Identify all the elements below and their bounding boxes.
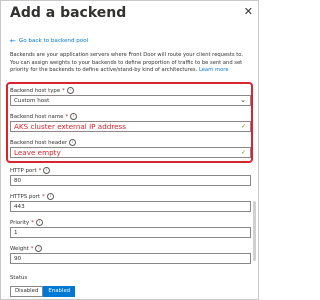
required-mark: * [41, 193, 45, 200]
info-icon[interactable]: i [35, 219, 43, 226]
host-name-input[interactable]: AKS cluster external IP address ✓ [10, 121, 251, 132]
priority-input[interactable]: 1 [10, 227, 251, 238]
status-disabled-option[interactable]: Disabled [10, 286, 44, 297]
info-icon[interactable]: i [35, 245, 43, 252]
host-header-input[interactable]: Leave empty ✓ [10, 147, 251, 158]
info-icon[interactable]: i [70, 113, 78, 120]
learn-more-link[interactable]: Learn more [199, 67, 229, 73]
required-mark: * [31, 219, 34, 226]
priority-label: Priority * i [10, 219, 43, 226]
weight-label: Weight * i [10, 245, 43, 252]
add-backend-panel: Add a backend ✕ ← Go back to backend poo… [0, 0, 259, 300]
required-mark: * [65, 113, 69, 120]
description: Backends are your application servers wh… [10, 52, 252, 75]
page-title: Add a backend [10, 5, 127, 21]
weight-input[interactable]: 90 [10, 253, 251, 264]
back-link[interactable]: ← Go back to backend pool [10, 37, 88, 45]
host-type-label: Backend host type * i [10, 87, 74, 94]
https-port-label: HTTPS port * i [10, 193, 54, 200]
host-header-label: Backend host header i [10, 139, 77, 146]
required-mark: * [30, 245, 34, 252]
info-icon[interactable]: i [66, 87, 74, 94]
status-label: Status [10, 275, 28, 281]
back-link-label: Go back to backend pool [18, 38, 89, 44]
info-icon[interactable]: i [46, 193, 54, 200]
http-port-label: HTTP port * i [10, 167, 51, 174]
required-mark: * [38, 167, 42, 174]
host-name-label: Backend host name * i [10, 113, 78, 120]
checkmark-icon: ✓ [240, 149, 246, 156]
info-icon[interactable]: i [43, 167, 51, 174]
close-icon[interactable]: ✕ [244, 5, 253, 18]
scrollbar[interactable] [253, 201, 256, 261]
status-enabled-option[interactable]: Enabled [43, 286, 76, 297]
checkmark-icon: ✓ [240, 123, 246, 130]
arrow-left-icon: ← [10, 37, 16, 45]
info-icon[interactable]: i [69, 139, 77, 146]
http-port-input[interactable]: 80 [10, 175, 251, 186]
required-mark: * [62, 87, 65, 94]
chevron-down-icon: ⌄ [240, 96, 246, 104]
https-port-input[interactable]: 443 [10, 201, 251, 212]
status-toggle[interactable]: Disabled Enabled [10, 286, 76, 297]
host-type-select[interactable]: Custom host ⌄ [10, 95, 251, 106]
